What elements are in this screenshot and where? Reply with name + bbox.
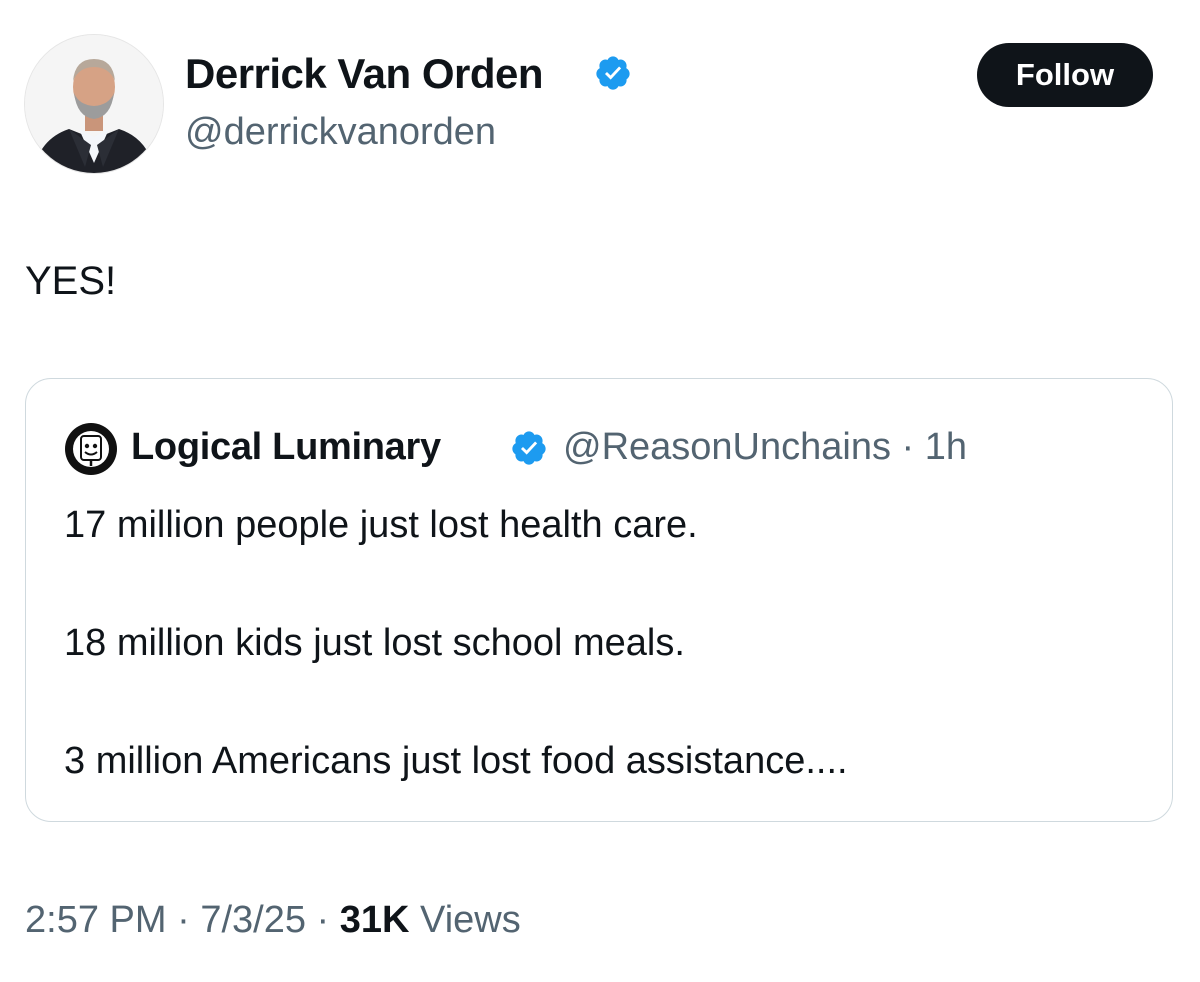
views-count[interactable]: 31K — [340, 899, 410, 941]
quoted-author-avatar[interactable] — [64, 422, 118, 476]
follow-button[interactable]: Follow — [977, 43, 1153, 107]
quoted-author-handle-time[interactable]: @ReasonUnchains · 1h — [563, 422, 967, 472]
separator-dot: · — [316, 899, 340, 941]
quoted-tweet-line: 17 million people just lost health care. — [64, 504, 698, 546]
verified-badge-icon[interactable] — [594, 54, 632, 97]
views-label: Views — [420, 899, 521, 941]
author-avatar[interactable] — [24, 34, 164, 174]
quoted-tweet-line: 3 million Americans just lost food assis… — [64, 740, 848, 782]
tweet-text: YES! — [25, 259, 117, 303]
author-display-name[interactable]: Derrick Van Orden — [185, 48, 544, 100]
separator-dot: · — [177, 899, 201, 941]
tweet-date[interactable]: 7/3/25 — [200, 899, 306, 941]
tweet-meta: 2:57 PM · 7/3/25 · 31K Views — [25, 895, 521, 945]
tweet-time[interactable]: 2:57 PM — [25, 899, 167, 941]
quoted-tweet-card[interactable]: Logical Luminary @ReasonUnchains · 1h 17… — [25, 378, 1173, 822]
quoted-tweet-line: 18 million kids just lost school meals. — [64, 622, 685, 664]
verified-badge-icon[interactable] — [510, 429, 548, 472]
author-handle[interactable]: @derrickvanorden — [185, 108, 496, 156]
quoted-author-name[interactable]: Logical Luminary — [131, 422, 441, 472]
quoted-tweet-text: 17 million people just lost health care.… — [64, 495, 848, 791]
